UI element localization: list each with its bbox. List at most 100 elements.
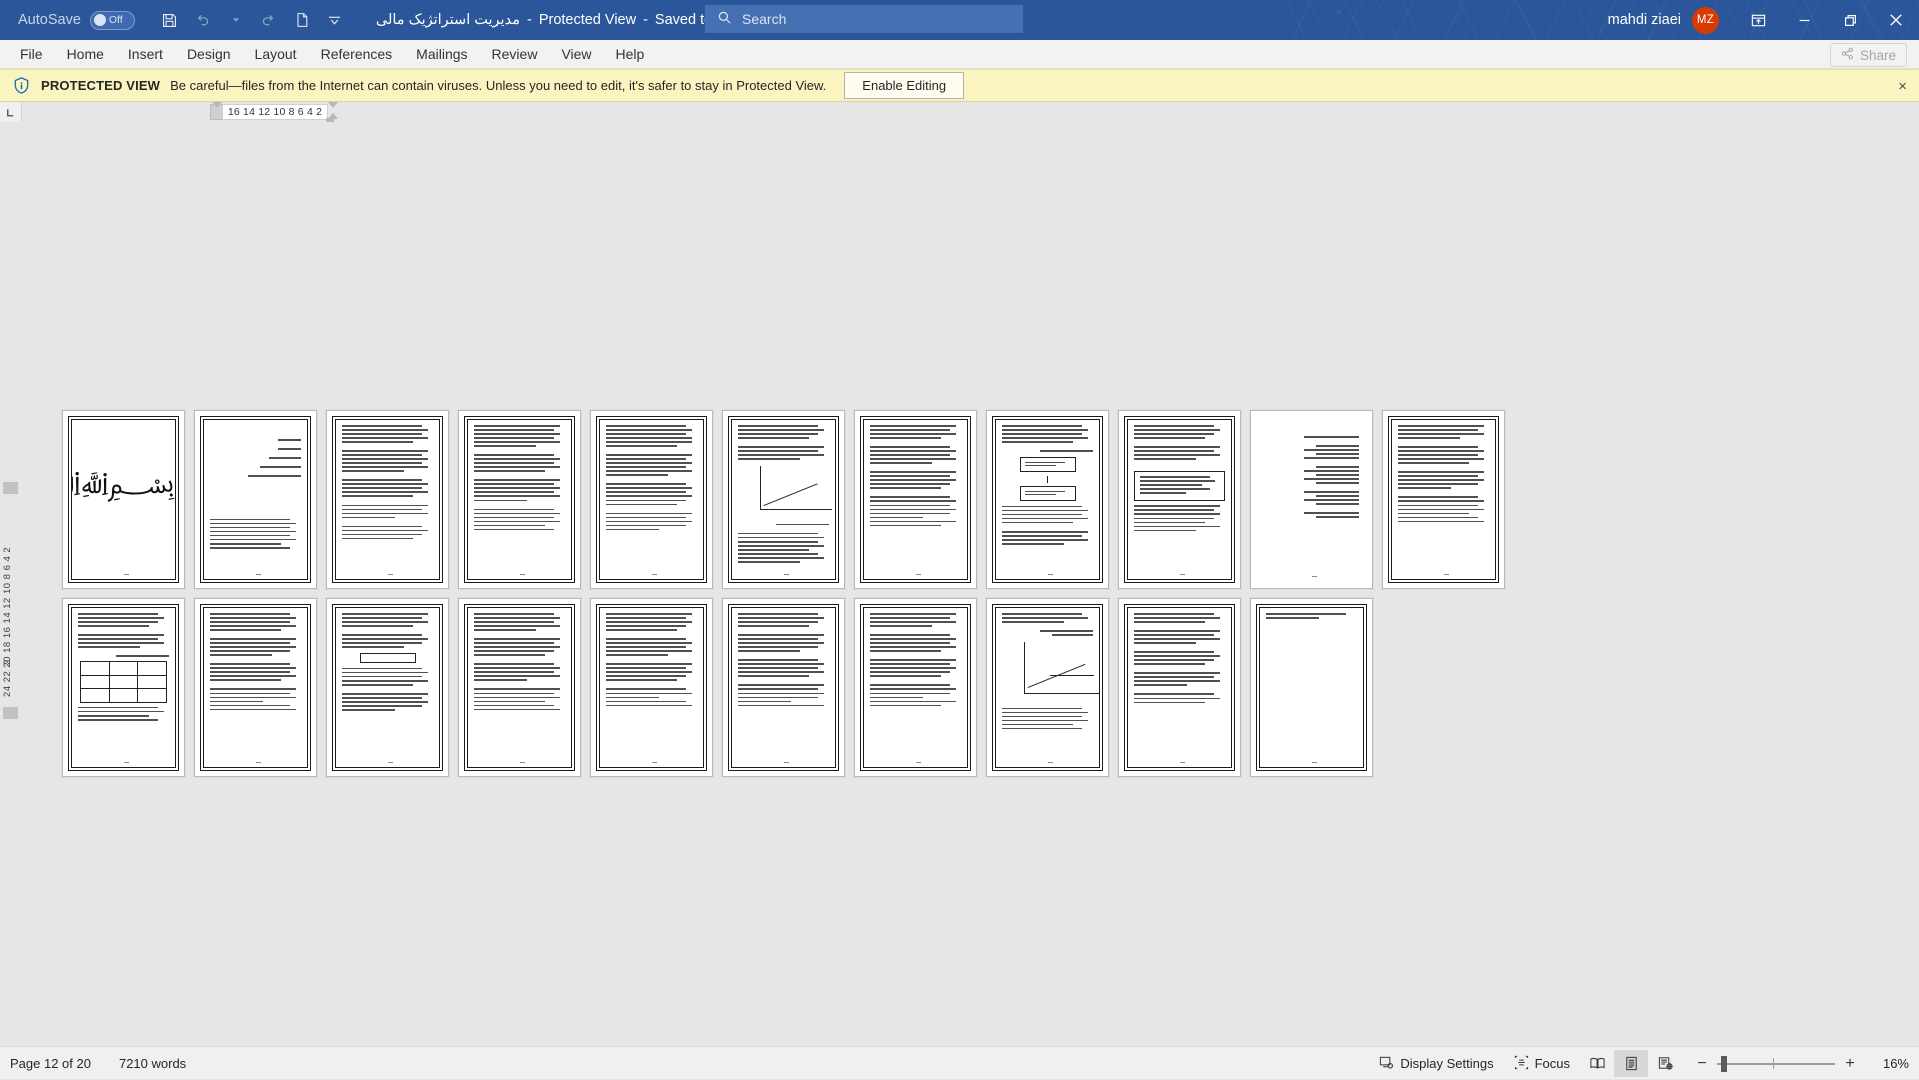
page-number-mark — [388, 762, 393, 764]
redo-icon[interactable] — [254, 5, 284, 35]
read-mode-icon[interactable] — [1580, 1050, 1614, 1077]
horizontal-ruler-track[interactable]: 16 14 12 10 8 6 4 2 — [22, 102, 1919, 122]
print-layout-icon[interactable] — [1614, 1050, 1648, 1077]
vertical-ruler-top-margin[interactable] — [3, 482, 18, 494]
web-layout-icon[interactable] — [1648, 1050, 1682, 1077]
document-work-area: 16 14 12 10 8 6 4 2 2 24 22 20 18 16 14 … — [0, 102, 1919, 1039]
page-number-mark — [520, 762, 525, 764]
page-thumbnail[interactable] — [1250, 410, 1373, 589]
ruler-numbers: 16 14 12 10 8 6 4 2 — [222, 104, 328, 120]
shield-info-icon — [12, 76, 31, 95]
page-thumbnail[interactable]: ﷽ — [62, 410, 185, 589]
zoom-slider-thumb[interactable] — [1721, 1056, 1727, 1072]
zoom-out-button[interactable]: − — [1696, 1055, 1708, 1073]
page-thumbnail[interactable] — [854, 598, 977, 777]
page-thumbnail[interactable] — [194, 598, 317, 777]
user-account[interactable]: mahdi ziaei MZ — [1608, 0, 1719, 40]
close-icon[interactable]: × — [1898, 78, 1907, 95]
title-separator-2: - — [643, 12, 648, 28]
page-number-mark — [256, 574, 261, 576]
avatar[interactable]: MZ — [1692, 7, 1719, 34]
share-button[interactable]: Share — [1830, 43, 1907, 67]
page-number-mark — [1444, 574, 1449, 576]
autosave-control[interactable]: AutoSave Off — [18, 11, 135, 30]
tab-references[interactable]: References — [309, 41, 405, 67]
page-thumbnail[interactable] — [458, 410, 581, 589]
autosave-label: AutoSave — [18, 12, 81, 28]
restore-icon[interactable] — [1827, 0, 1873, 40]
enable-editing-button[interactable]: Enable Editing — [844, 72, 964, 99]
page-number-mark — [1312, 762, 1317, 764]
customize-quick-access-icon[interactable] — [320, 5, 350, 35]
title-separator-1: - — [527, 12, 532, 28]
search-box[interactable]: Search — [705, 5, 1023, 33]
protected-view-title: PROTECTED VIEW — [41, 78, 160, 93]
page-thumbnail[interactable] — [590, 598, 713, 777]
first-line-indent-marker[interactable] — [328, 102, 338, 108]
page-chart-figure — [1006, 642, 1089, 702]
document-canvas[interactable]: ﷽ — [22, 122, 1919, 1039]
ribbon-tab-bar: File Home Insert Design Layout Reference… — [0, 40, 1919, 69]
zoom-level-label[interactable]: 16% — [1875, 1056, 1909, 1071]
right-indent-marker[interactable] — [212, 102, 222, 108]
page-inline-box — [360, 653, 416, 663]
tab-stop-left-icon[interactable] — [0, 102, 22, 122]
page-thumbnail[interactable] — [194, 410, 317, 589]
page-status-label[interactable]: Page 12 of 20 — [10, 1056, 91, 1071]
page-number-mark — [520, 574, 525, 576]
tab-layout[interactable]: Layout — [243, 41, 309, 67]
zoom-slider[interactable] — [1717, 1063, 1835, 1065]
tab-review[interactable]: Review — [480, 41, 550, 67]
tab-file[interactable]: File — [8, 41, 55, 67]
search-input[interactable]: Search — [742, 11, 786, 27]
display-settings-button[interactable]: Display Settings — [1369, 1050, 1503, 1077]
page-thumbnail[interactable] — [1250, 598, 1373, 777]
tab-mailings[interactable]: Mailings — [404, 41, 479, 67]
page-thumbnail[interactable] — [722, 410, 845, 589]
protected-view-message: Be careful—files from the Internet can c… — [170, 78, 826, 93]
status-bar: Page 12 of 20 7210 words Display Setting… — [0, 1046, 1919, 1079]
page-thumbnail[interactable] — [1118, 598, 1241, 777]
tab-view[interactable]: View — [549, 41, 603, 67]
tab-design[interactable]: Design — [175, 41, 243, 67]
focus-icon — [1514, 1055, 1529, 1073]
page-thumbnail[interactable] — [1118, 410, 1241, 589]
focus-button[interactable]: Focus — [1504, 1050, 1580, 1077]
page-text-box — [1134, 471, 1225, 501]
ribbon-display-options-icon[interactable] — [1735, 0, 1781, 40]
zoom-slider-midpoint — [1773, 1058, 1774, 1069]
close-icon[interactable] — [1873, 0, 1919, 40]
page-thumbnail[interactable] — [854, 410, 977, 589]
page-thumbnail[interactable] — [986, 598, 1109, 777]
tab-help[interactable]: Help — [604, 41, 657, 67]
share-label: Share — [1860, 48, 1896, 63]
page-number-mark — [784, 574, 789, 576]
page-thumbnail[interactable] — [986, 410, 1109, 589]
vertical-ruler-bottom-margin[interactable] — [3, 707, 18, 719]
undo-icon[interactable] — [188, 5, 218, 35]
zoom-control[interactable]: − + 16% — [1696, 1055, 1909, 1073]
page-thumbnail[interactable] — [326, 598, 449, 777]
page-thumbnail[interactable] — [458, 598, 581, 777]
word-count-label[interactable]: 7210 words — [119, 1056, 186, 1071]
page-thumbnail[interactable] — [1382, 410, 1505, 589]
undo-dropdown-icon[interactable] — [221, 5, 251, 35]
status-bar-right: Display Settings Focus — [1369, 1047, 1909, 1080]
vertical-ruler[interactable]: 2 24 22 20 18 16 14 12 10 8 6 4 2 — [0, 122, 22, 1039]
save-icon[interactable] — [155, 5, 185, 35]
zoom-in-button[interactable]: + — [1844, 1055, 1856, 1073]
horizontal-ruler[interactable]: 16 14 12 10 8 6 4 2 — [0, 102, 1919, 122]
page-thumbnail[interactable] — [326, 410, 449, 589]
new-document-icon[interactable] — [287, 5, 317, 35]
title-bar: AutoSave Off — [0, 0, 1919, 40]
page-thumbnail[interactable] — [590, 410, 713, 589]
page-number-mark — [916, 762, 921, 764]
share-icon — [1841, 47, 1854, 63]
page-number-mark — [1180, 762, 1185, 764]
tab-insert[interactable]: Insert — [116, 41, 175, 67]
page-thumbnail[interactable] — [722, 598, 845, 777]
tab-home[interactable]: Home — [55, 41, 116, 67]
minimize-icon[interactable] — [1781, 0, 1827, 40]
autosave-toggle[interactable]: Off — [90, 11, 135, 30]
page-thumbnail[interactable] — [62, 598, 185, 777]
